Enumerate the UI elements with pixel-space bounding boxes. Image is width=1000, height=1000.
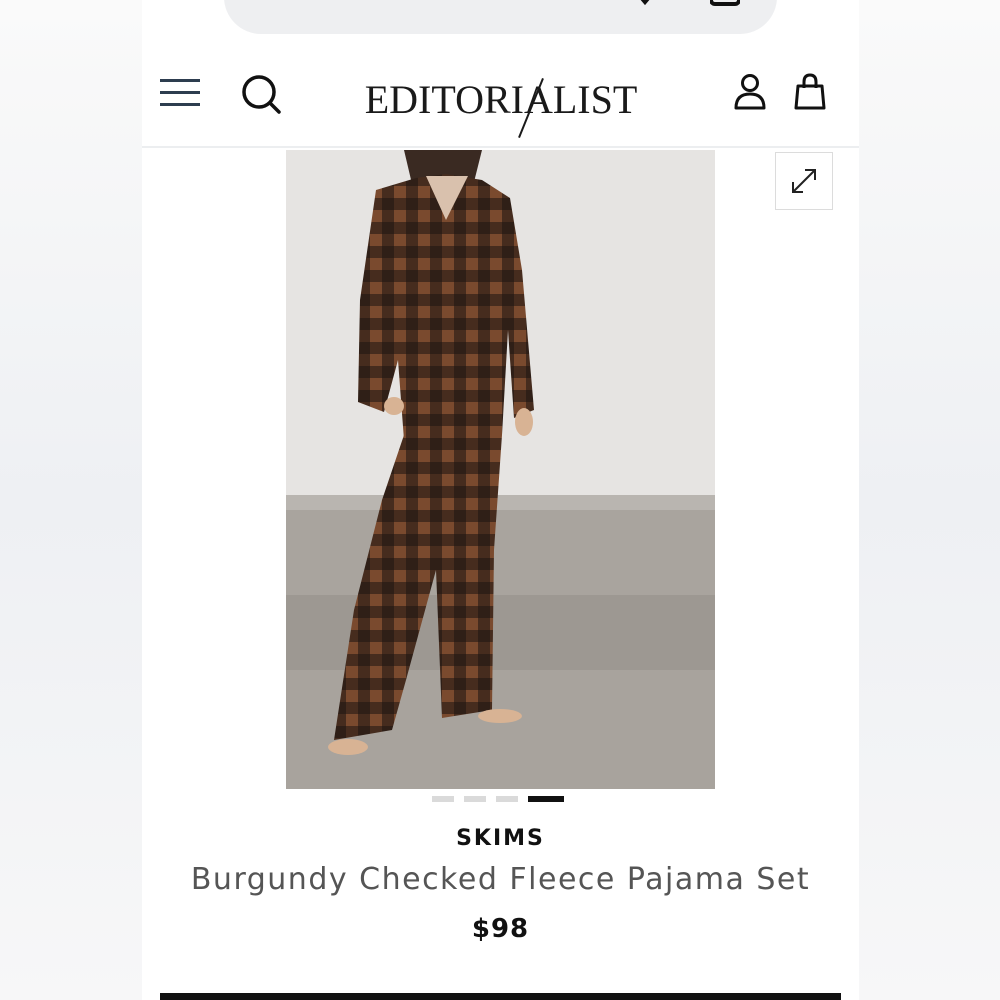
gallery-dot[interactable] bbox=[464, 796, 486, 802]
product-price: $98 bbox=[471, 914, 530, 944]
browser-url-bar[interactable] bbox=[224, 0, 777, 34]
product-image[interactable] bbox=[286, 150, 715, 789]
mobile-page: EDITORIALIST SKIMS Burgundy Checked Flee… bbox=[142, 0, 859, 1000]
product-name[interactable]: Burgundy Checked Fleece Pajama Set bbox=[142, 862, 859, 897]
shopping-bag-icon[interactable] bbox=[792, 72, 828, 112]
logo-text: EDITORIALIST bbox=[364, 76, 638, 122]
gallery-dot-active[interactable] bbox=[528, 796, 564, 802]
gallery-dot[interactable] bbox=[496, 796, 518, 802]
user-icon[interactable] bbox=[732, 72, 768, 112]
hamburger-menu-icon[interactable] bbox=[158, 74, 202, 110]
gallery-pagination bbox=[432, 796, 564, 804]
background-left bbox=[0, 0, 142, 1000]
expand-icon[interactable] bbox=[775, 152, 833, 210]
site-logo[interactable]: EDITORIALIST bbox=[348, 70, 654, 139]
search-icon[interactable] bbox=[239, 72, 283, 116]
tabs-icon[interactable] bbox=[710, 0, 740, 8]
product-brand[interactable]: SKIMS bbox=[142, 826, 859, 851]
site-header: EDITORIALIST bbox=[142, 52, 859, 148]
background-right bbox=[859, 0, 1000, 1000]
add-to-bag-button[interactable] bbox=[160, 993, 841, 1000]
bookmark-icon[interactable] bbox=[630, 0, 660, 8]
gallery-dot[interactable] bbox=[432, 796, 454, 802]
